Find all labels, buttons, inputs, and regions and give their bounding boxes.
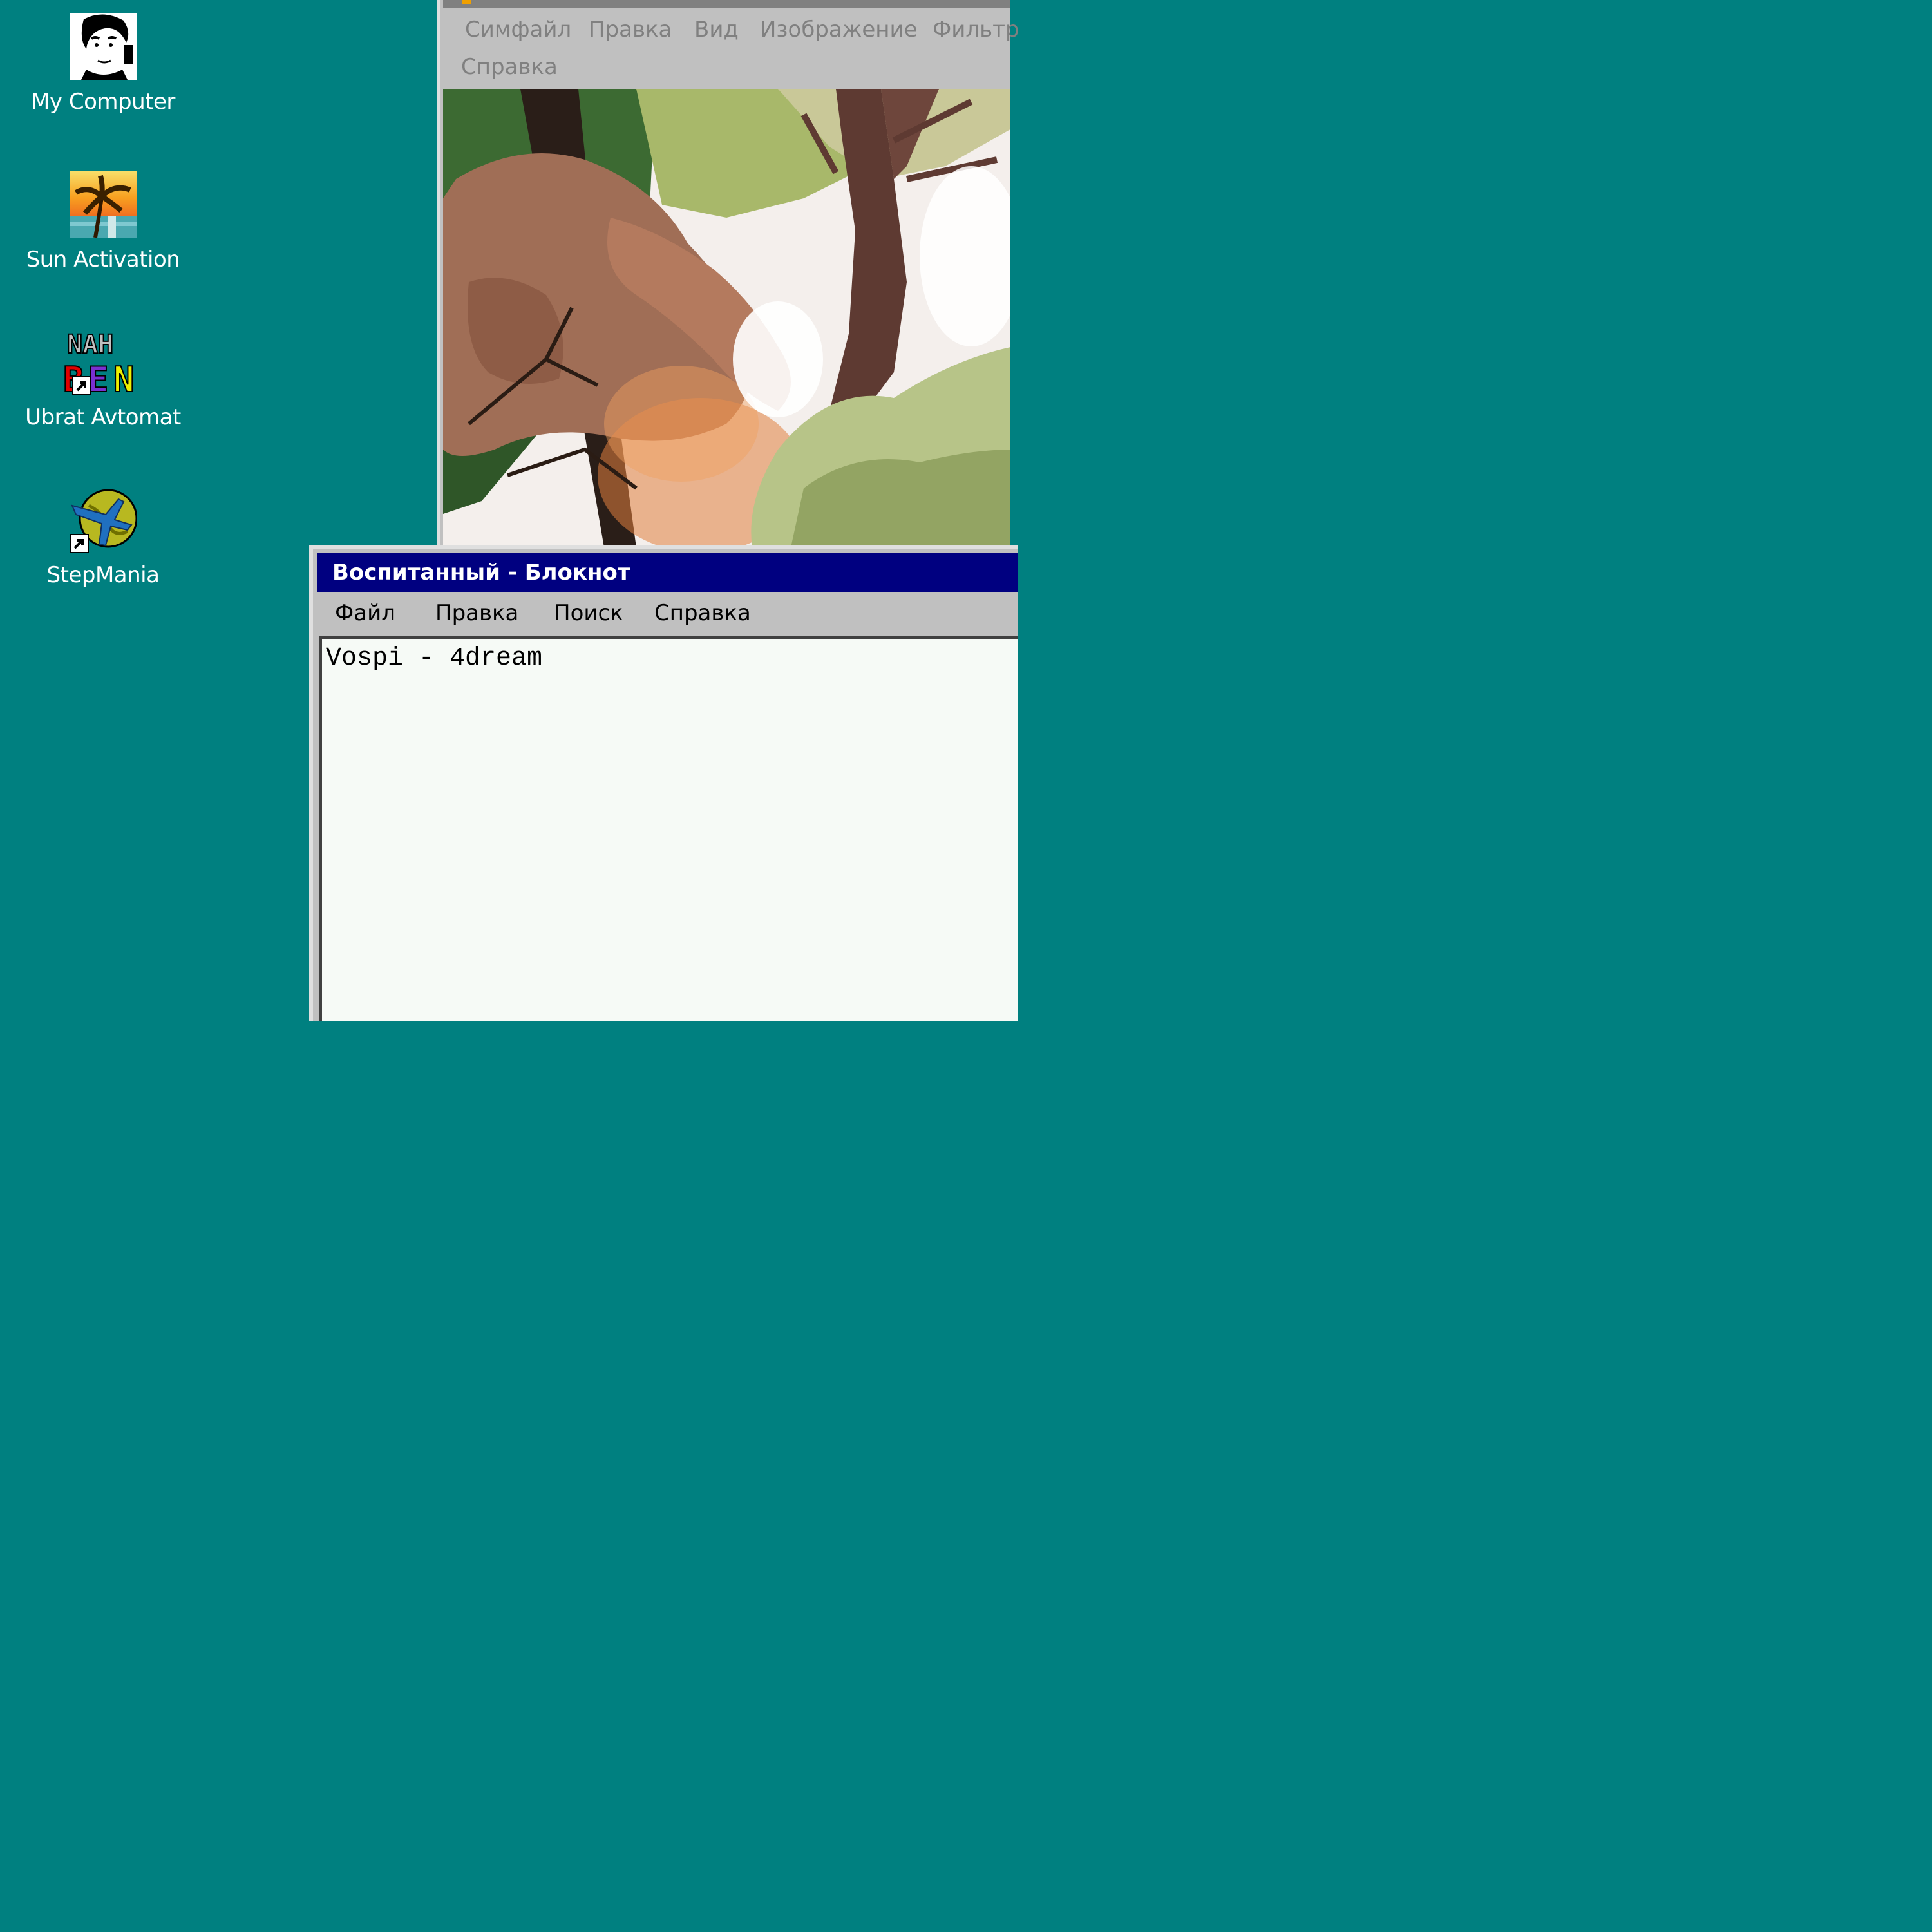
desktop-icon-label: StepMania	[46, 562, 160, 588]
document-text: Vospi - 4dream	[326, 644, 543, 673]
desktop-icon-label: Ubrat Avtomat	[25, 404, 181, 430]
globe-plane-icon	[70, 486, 138, 553]
notepad-window[interactable]: Воспитанный - Блокнот Файл Правка Поиск …	[309, 545, 1018, 1021]
menu-item-edit[interactable]: Правка	[435, 600, 518, 626]
window-title: Воспитанный - Блокнот	[332, 560, 630, 585]
menu-item-filter[interactable]: Фильтр	[933, 17, 1019, 43]
menu-item-help[interactable]: Справка	[654, 600, 751, 626]
desktop-icon-ubrat-avtomat[interactable]: NAH B E N Ubrat Avtomat	[19, 328, 187, 430]
svg-text:NAH: NAH	[67, 330, 113, 359]
menu-item-view[interactable]: Вид	[694, 17, 739, 43]
svg-text:N: N	[113, 359, 135, 395]
inactive-titlebar[interactable]	[443, 0, 1010, 8]
desktop-icon-label: Sun Activation	[26, 247, 180, 272]
shortcut-arrow-icon	[72, 376, 91, 395]
menu-item-image[interactable]: Изображение	[760, 17, 918, 43]
desktop-icon-my-computer[interactable]: My Computer	[19, 13, 187, 115]
shortcut-arrow-icon	[70, 534, 89, 553]
notepad-menubar: Файл Правка Поиск Справка	[317, 594, 1018, 635]
image-editor-window[interactable]: Симфайл Правка Вид Изображение Фильтр Сп…	[437, 0, 1019, 547]
desktop-icon-label: My Computer	[31, 89, 175, 115]
nah-ben-logo-icon: NAH B E N	[62, 328, 143, 401]
avatar-portrait-icon	[70, 13, 137, 80]
menu-item-help[interactable]: Справка	[461, 54, 558, 80]
menu-item-edit[interactable]: Правка	[589, 17, 672, 43]
desktop-icon-sun-activation[interactable]: Sun Activation	[19, 171, 187, 272]
tree-photo	[443, 89, 1010, 547]
palm-tree-sunset-icon	[70, 171, 137, 238]
menu-item-file[interactable]: Файл	[335, 600, 395, 626]
notepad-titlebar[interactable]: Воспитанный - Блокнот	[317, 553, 1018, 592]
menu-item-search[interactable]: Поиск	[554, 600, 623, 626]
image-canvas[interactable]	[443, 89, 1010, 547]
notepad-text-area[interactable]: Vospi - 4dream	[319, 636, 1018, 1021]
app-icon	[462, 0, 471, 4]
menu-item-simfile[interactable]: Симфайл	[465, 17, 571, 43]
desktop-icon-stepmania[interactable]: StepMania	[19, 486, 187, 588]
image-editor-menubar: Симфайл Правка Вид Изображение Фильтр Сп…	[443, 12, 1019, 88]
